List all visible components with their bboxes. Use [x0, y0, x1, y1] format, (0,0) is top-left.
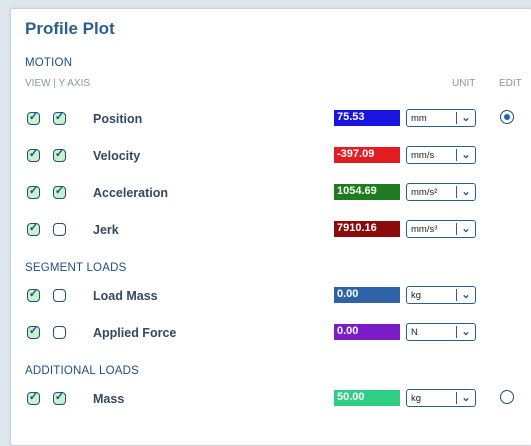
value-readout: 1054.69	[334, 184, 400, 200]
row-mass: ✓ ✓ Mass 50.00 kg ⌄	[11, 389, 531, 411]
unit-select-value: kg	[411, 393, 422, 404]
select-divider	[456, 112, 457, 124]
unit-select-value: mm/s³	[411, 224, 438, 235]
unit-select-value: mm/s	[411, 150, 435, 161]
select-divider	[456, 392, 457, 404]
row-jerk: ✓ Jerk 7910.16 mm/s³ ⌄	[11, 220, 531, 242]
yaxis-checkbox[interactable]	[53, 326, 66, 339]
view-checkbox[interactable]: ✓	[27, 111, 40, 125]
select-divider	[456, 149, 457, 161]
view-checkbox[interactable]: ✓	[27, 222, 40, 236]
select-divider	[456, 223, 457, 235]
checkmark-icon: ✓	[28, 222, 39, 234]
section-segment-loads: SEGMENT LOADS	[25, 262, 127, 274]
row-label: Jerk	[93, 223, 119, 237]
checkmark-icon: ✓	[28, 148, 39, 160]
section-additional-loads: ADDITIONAL LOADS	[25, 365, 139, 377]
row-position: ✓ ✓ Position 75.53 mm ⌄	[11, 109, 531, 131]
value-readout: 50.00	[334, 390, 400, 406]
profile-plot-panel: Profile Plot MOTION VIEW | Y AXIS UNIT E…	[10, 8, 531, 446]
radio-dot-icon	[503, 113, 510, 120]
view-checkbox[interactable]: ✓	[27, 391, 40, 405]
value-readout: 75.53	[334, 110, 400, 126]
unit-select-value: N	[411, 327, 418, 338]
yaxis-checkbox[interactable]: ✓	[53, 111, 66, 125]
yaxis-checkbox[interactable]	[53, 289, 66, 302]
checkmark-icon: ✓	[28, 111, 39, 123]
yaxis-checkbox[interactable]: ✓	[53, 185, 66, 199]
view-checkbox[interactable]: ✓	[27, 325, 40, 339]
section-motion: MOTION	[25, 57, 73, 69]
row-applied-force: ✓ Applied Force 0.00 N ⌄	[11, 323, 531, 345]
view-checkbox[interactable]: ✓	[27, 148, 40, 162]
yaxis-checkbox[interactable]: ✓	[53, 148, 66, 162]
chevron-down-icon: ⌄	[461, 326, 471, 338]
row-label: Velocity	[93, 149, 141, 163]
checkmark-icon: ✓	[54, 148, 65, 160]
chevron-down-icon: ⌄	[461, 223, 471, 235]
row-label: Load Mass	[93, 289, 158, 303]
unit-select[interactable]: mm/s ⌄	[406, 146, 476, 164]
edit-radio[interactable]	[500, 390, 514, 404]
unit-select[interactable]: mm ⌄	[406, 109, 476, 127]
view-yaxis-header: VIEW | Y AXIS	[25, 78, 91, 89]
yaxis-checkbox[interactable]	[53, 223, 66, 236]
panel-title: Profile Plot	[25, 19, 115, 38]
edit-radio[interactable]	[500, 110, 514, 124]
unit-select[interactable]: mm/s² ⌄	[406, 183, 476, 201]
unit-select[interactable]: N ⌄	[406, 323, 476, 341]
unit-header: UNIT	[452, 78, 476, 89]
unit-select[interactable]: kg ⌄	[406, 389, 476, 407]
chevron-down-icon: ⌄	[461, 149, 471, 161]
value-readout: 0.00	[334, 287, 400, 303]
unit-select-value: kg	[411, 290, 422, 301]
row-label: Acceleration	[93, 186, 169, 200]
row-label: Applied Force	[93, 326, 177, 340]
checkmark-icon: ✓	[28, 391, 39, 403]
select-divider	[456, 186, 457, 198]
view-checkbox[interactable]: ✓	[27, 185, 40, 199]
select-divider	[456, 289, 457, 301]
value-readout: 7910.16	[334, 221, 400, 237]
row-velocity: ✓ ✓ Velocity -397.09 mm/s ⌄	[11, 146, 531, 168]
chevron-down-icon: ⌄	[461, 112, 471, 124]
chevron-down-icon: ⌄	[461, 289, 471, 301]
value-readout: -397.09	[334, 147, 400, 163]
unit-select-value: mm/s²	[411, 187, 438, 198]
chevron-down-icon: ⌄	[461, 186, 471, 198]
checkmark-icon: ✓	[54, 185, 65, 197]
select-divider	[456, 326, 457, 338]
view-checkbox[interactable]: ✓	[27, 288, 40, 302]
checkmark-icon: ✓	[54, 391, 65, 403]
yaxis-checkbox[interactable]: ✓	[53, 391, 66, 405]
unit-select[interactable]: mm/s³ ⌄	[406, 220, 476, 238]
row-load-mass: ✓ Load Mass 0.00 kg ⌄	[11, 286, 531, 308]
row-label: Position	[93, 112, 143, 126]
value-readout: 0.00	[334, 324, 400, 340]
edit-header: EDIT	[499, 78, 522, 89]
unit-select-value: mm	[411, 113, 427, 124]
row-label: Mass	[93, 392, 125, 406]
checkmark-icon: ✓	[28, 185, 39, 197]
checkmark-icon: ✓	[28, 325, 39, 337]
checkmark-icon: ✓	[28, 288, 39, 300]
unit-select[interactable]: kg ⌄	[406, 286, 476, 304]
row-acceleration: ✓ ✓ Acceleration 1054.69 mm/s² ⌄	[11, 183, 531, 205]
chevron-down-icon: ⌄	[461, 392, 471, 404]
checkmark-icon: ✓	[54, 111, 65, 123]
